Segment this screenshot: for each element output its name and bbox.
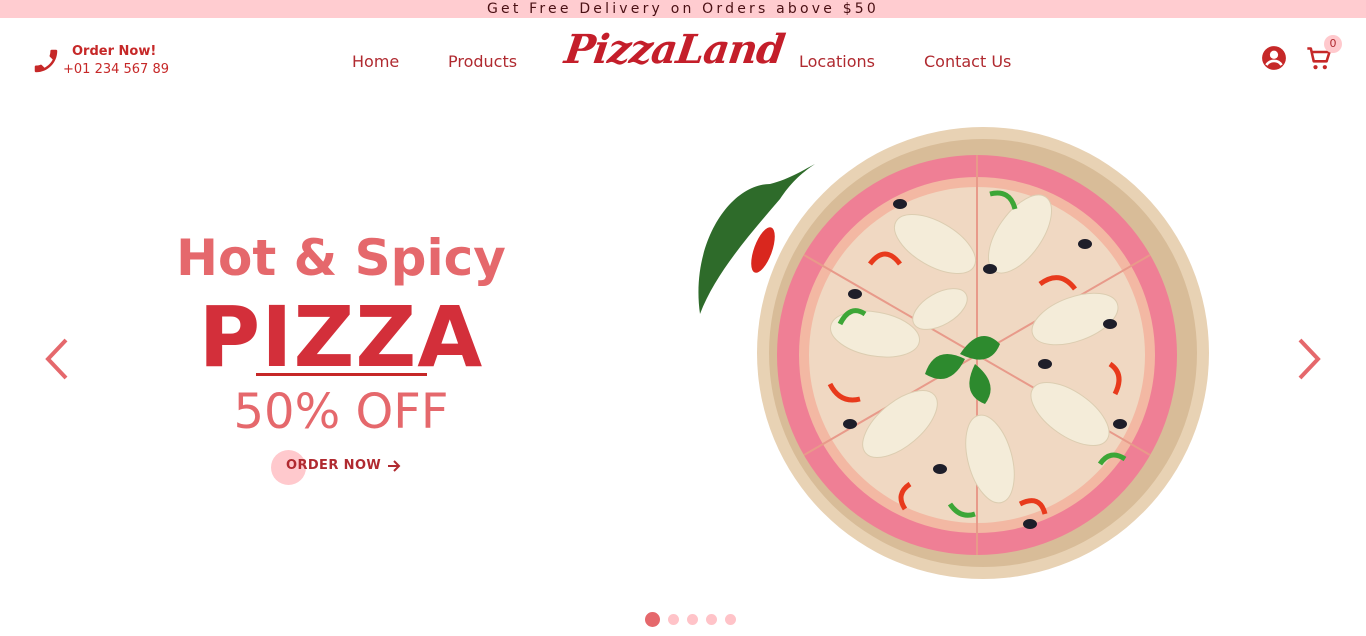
nav-locations[interactable]: Locations (799, 52, 875, 71)
cart-count-badge: 0 (1324, 35, 1342, 53)
pizza-image (698, 127, 1209, 579)
hero-title-underline (256, 373, 427, 376)
order-now-button[interactable]: ORDER NOW (286, 458, 401, 473)
promo-bar: Get Free Delivery on Orders above $50 (0, 0, 1366, 18)
hero-discount: 50% OFF (233, 384, 449, 440)
arrow-right-icon (388, 459, 401, 472)
slider-dot-4[interactable] (705, 613, 717, 625)
hero-slider: Hot & Spicy PIZZA 50% OFF ORDER NOW (0, 106, 1366, 636)
order-now-label: ORDER NOW (286, 458, 382, 473)
phone-icon (34, 49, 58, 73)
chevron-right-icon[interactable] (1292, 336, 1326, 382)
slider-dot-3[interactable] (686, 613, 698, 625)
nav-products[interactable]: Products (448, 52, 517, 71)
user-icon[interactable] (1261, 45, 1287, 71)
slider-dots (0, 611, 1366, 627)
order-phone-number[interactable]: +01 234 567 89 (63, 62, 169, 77)
header: Order Now! +01 234 567 89 Home Products … (0, 18, 1366, 106)
hero-subtitle: Hot & Spicy (176, 229, 506, 287)
hero-title: PIZZA (198, 288, 484, 386)
nav-home[interactable]: Home (352, 52, 399, 71)
nav-contact-us[interactable]: Contact Us (924, 52, 1011, 71)
order-now-title: Order Now! (72, 44, 157, 59)
slider-dot-2[interactable] (667, 613, 679, 625)
slider-dot-5[interactable] (724, 613, 736, 625)
slider-dot-1[interactable] (644, 611, 660, 627)
promo-text: Get Free Delivery on Orders above $50 (486, 1, 880, 17)
logo[interactable]: PizzaLand (562, 26, 787, 73)
